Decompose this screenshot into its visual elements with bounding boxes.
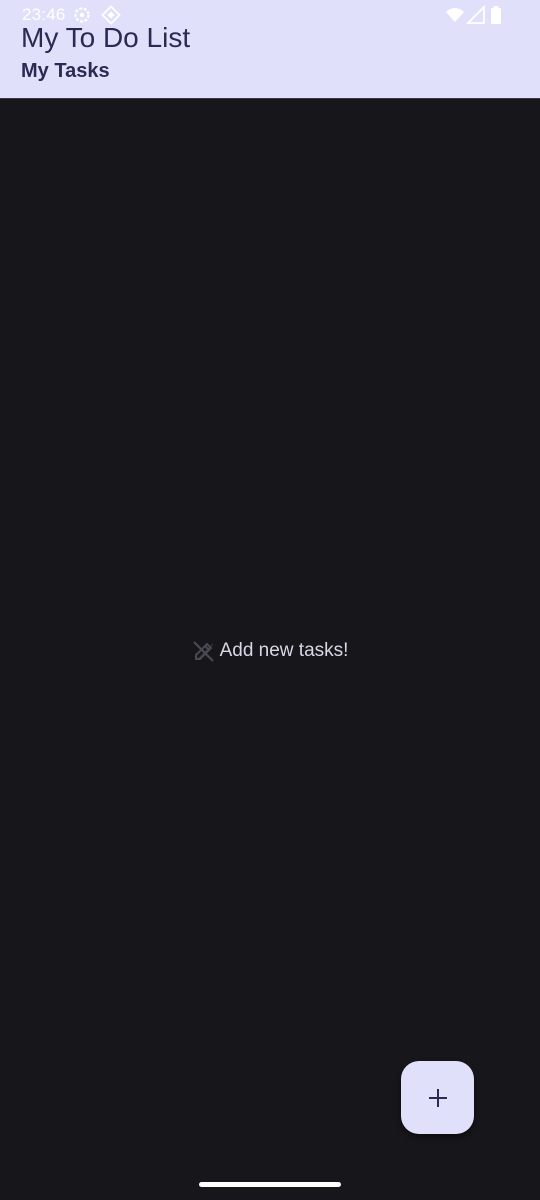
signal-icon bbox=[465, 4, 486, 25]
edit-off-icon bbox=[192, 639, 216, 663]
wifi-icon bbox=[445, 5, 465, 25]
plus-icon bbox=[427, 1087, 449, 1109]
empty-state: Add new tasks! bbox=[0, 636, 540, 666]
battery-icon bbox=[489, 5, 503, 25]
add-task-button[interactable] bbox=[401, 1061, 474, 1134]
empty-state-text: Add new tasks! bbox=[219, 640, 349, 661]
page-title: My To Do List bbox=[21, 22, 191, 53]
top-app-bar: 23:46 My To Do List My Tasks bbox=[0, 0, 540, 99]
gesture-nav-handle[interactable] bbox=[199, 1182, 341, 1187]
page-subtitle: My Tasks bbox=[21, 60, 110, 82]
